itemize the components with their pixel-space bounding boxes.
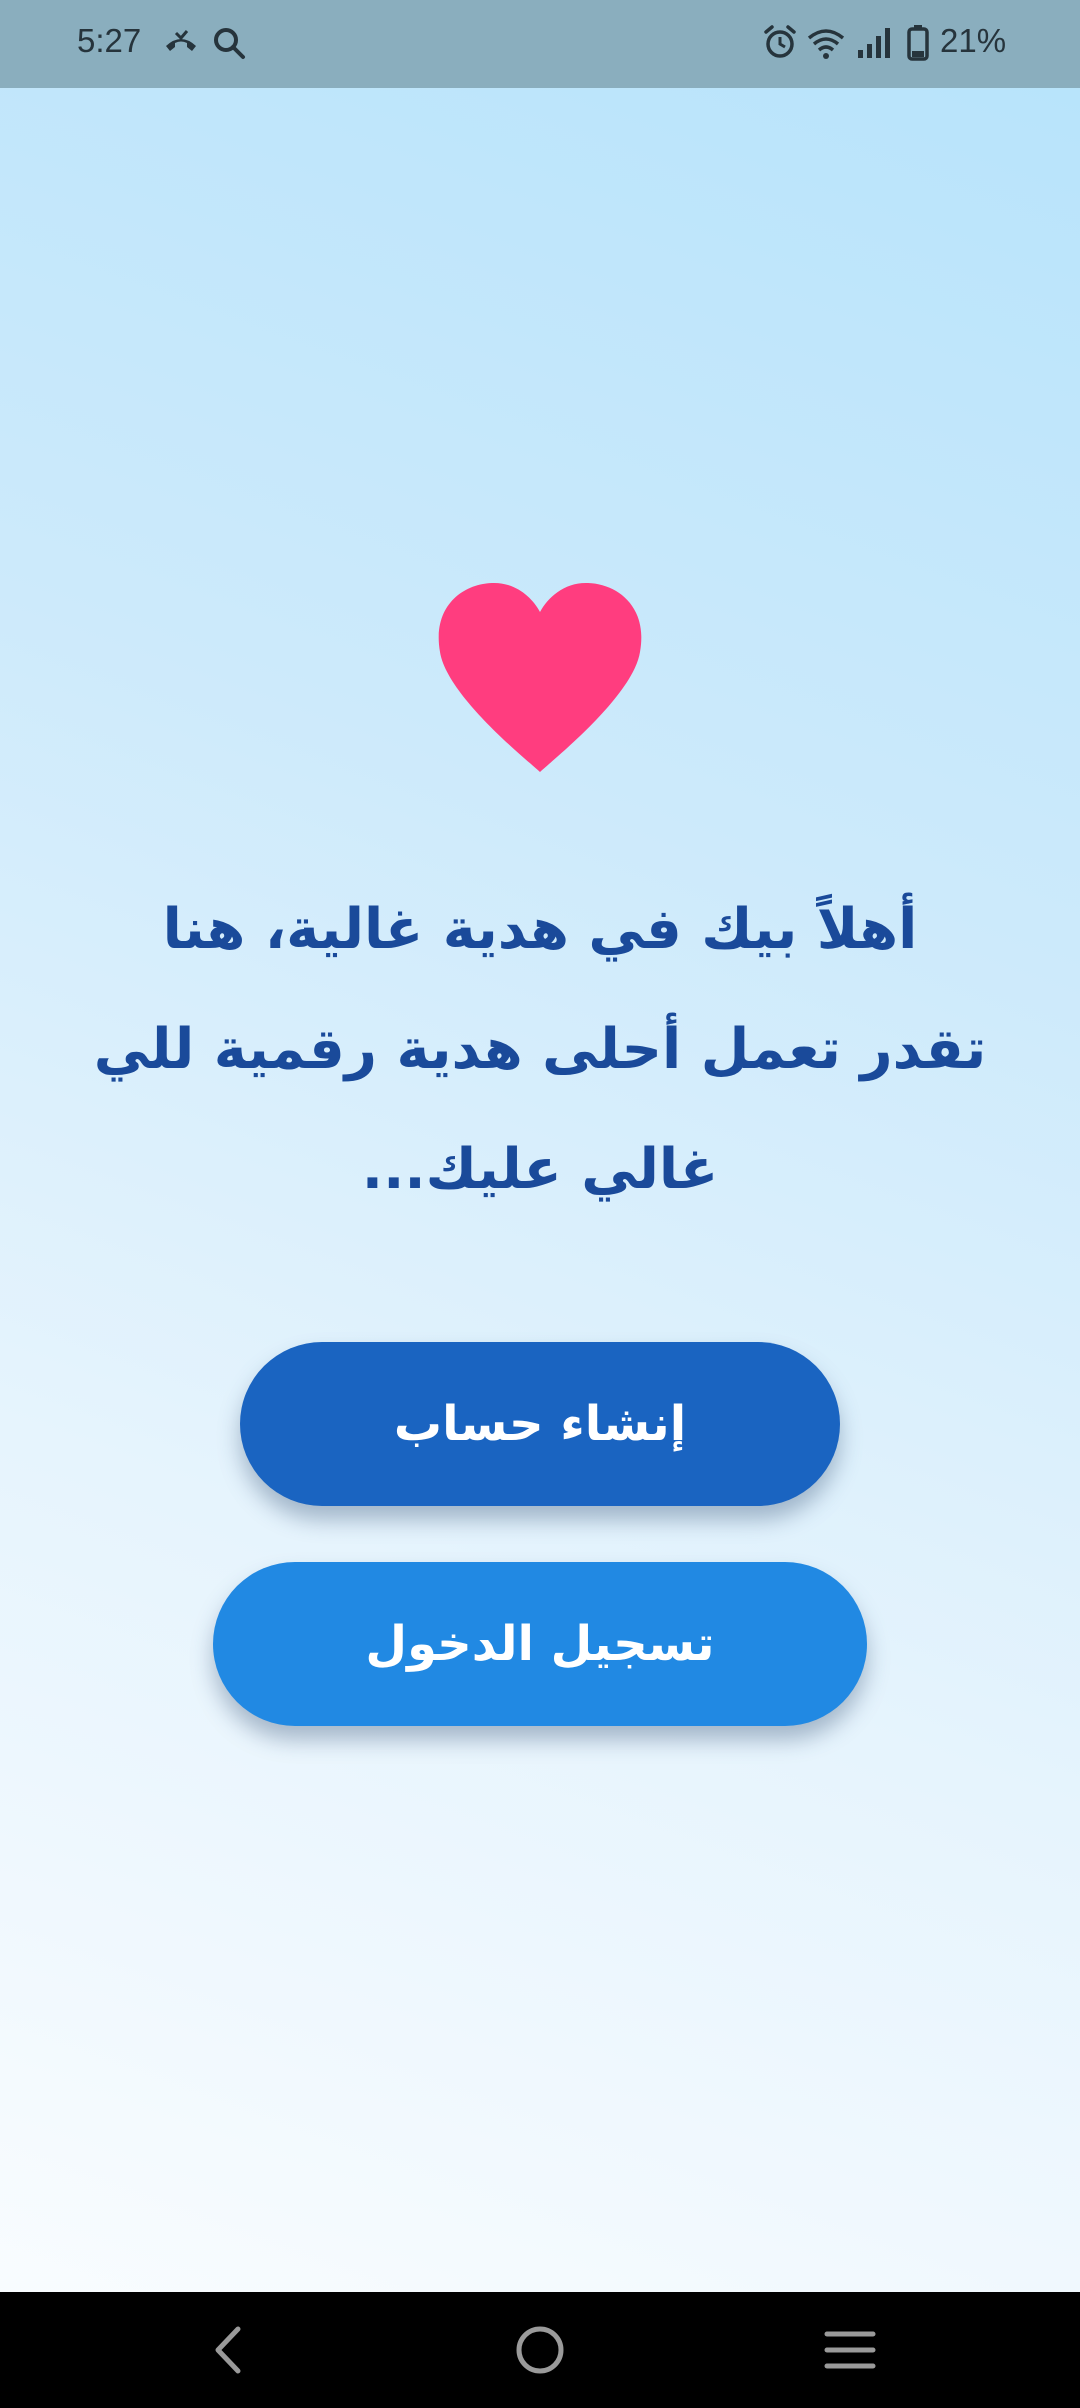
create-account-label: إنشاء حساب: [393, 1396, 687, 1452]
create-account-button[interactable]: إنشاء حساب: [240, 1342, 840, 1506]
welcome-screen: 5:27 21% أهلاً بيك في هدية غالية، هنا تق…: [0, 0, 1080, 2408]
recents-icon[interactable]: [810, 2312, 890, 2388]
status-bar: 5:27 21%: [0, 0, 1080, 88]
home-icon[interactable]: [500, 2312, 580, 2388]
login-button[interactable]: تسجيل الدخول: [213, 1562, 867, 1726]
navigation-bar: [0, 2292, 1080, 2408]
back-icon[interactable]: [188, 2312, 268, 2388]
signal-icon: [856, 24, 892, 66]
login-label: تسجيل الدخول: [365, 1616, 715, 1672]
battery-icon: [906, 24, 930, 66]
alarm-icon: [762, 24, 798, 66]
status-time: 5:27: [77, 22, 142, 59]
heart-icon: [437, 582, 643, 772]
battery-percent: 21%: [940, 22, 1007, 59]
welcome-message: أهلاً بيك في هدية غالية، هنا تقدر تعمل أ…: [93, 897, 987, 1202]
search-icon: [210, 24, 248, 66]
missed-call-icon: [162, 24, 200, 66]
wifi-icon: [806, 24, 846, 66]
